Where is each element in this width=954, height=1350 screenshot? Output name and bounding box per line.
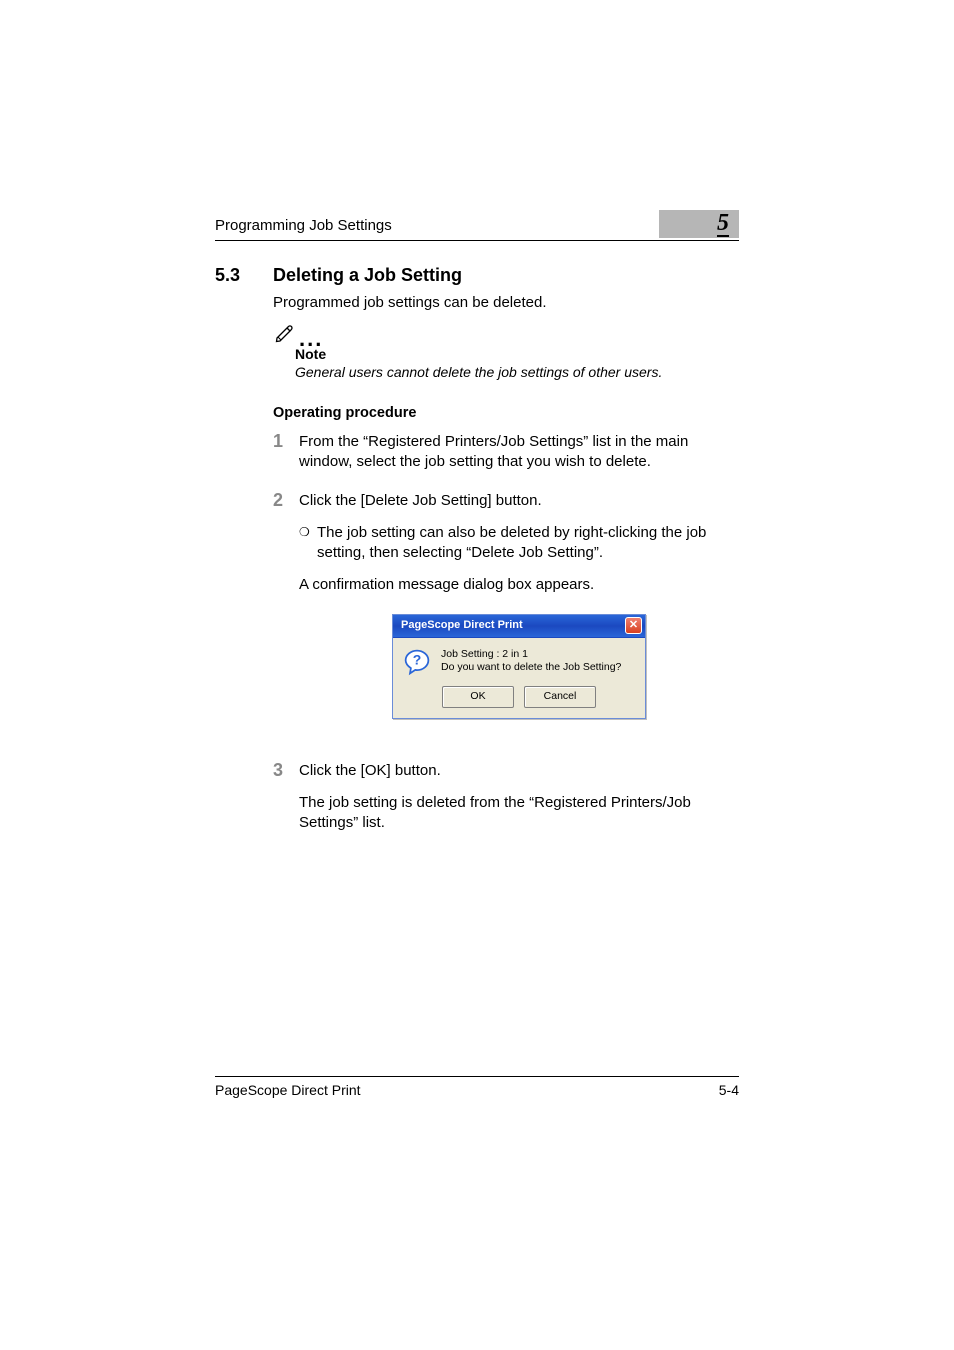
close-glyph: ✕ [629, 620, 638, 631]
page-header: Programming Job Settings 5 [215, 210, 739, 238]
header-section-title: Programming Job Settings [215, 217, 392, 238]
hollow-bullet-icon: ❍ [299, 523, 317, 564]
dialog-button-row: OK Cancel [393, 682, 645, 718]
close-icon[interactable]: ✕ [625, 617, 642, 634]
page-footer: PageScope Direct Print 5-4 [215, 1082, 739, 1098]
step-subitem: ❍ The job setting can also be deleted by… [299, 523, 739, 564]
steps-list: 1 From the “Registered Printers/Job Sett… [273, 432, 739, 851]
pencil-icon [273, 321, 297, 345]
step-result-text: A confirmation message dialog box appear… [299, 575, 739, 595]
dialog-titlebar: PageScope Direct Print ✕ [393, 615, 645, 638]
section-intro-text: Programmed job settings can be deleted. [273, 294, 739, 311]
step-subtext: The job setting can also be deleted by r… [317, 523, 739, 564]
section-number: 5.3 [215, 265, 273, 286]
question-icon: ? [403, 648, 431, 676]
step-body: From the “Registered Printers/Job Settin… [299, 432, 739, 473]
step-1: 1 From the “Registered Printers/Job Sett… [273, 432, 739, 473]
note-label: Note [295, 346, 739, 362]
chapter-number: 5 [717, 211, 729, 237]
operating-procedure-heading: Operating procedure [273, 405, 416, 421]
step-result-text: The job setting is deleted from the “Reg… [299, 793, 739, 834]
cancel-button[interactable]: Cancel [524, 686, 596, 708]
button-label: Cancel [544, 689, 577, 703]
svg-text:?: ? [413, 651, 422, 667]
footer-page-number: 5-4 [719, 1082, 739, 1098]
dialog-line2: Do you want to delete the Job Setting? [441, 661, 621, 675]
note-icon-row: ... [273, 320, 739, 346]
section-heading: 5.3 Deleting a Job Setting [215, 265, 739, 286]
step-text: Click the [OK] button. [299, 762, 441, 779]
note-block: ... Note General users cannot delete the… [273, 320, 739, 380]
step-body: Click the [Delete Job Setting] button. ❍… [299, 491, 739, 743]
footer-product: PageScope Direct Print [215, 1082, 361, 1098]
dialog-message: Job Setting : 2 in 1 Do you want to dele… [441, 648, 621, 675]
dialog-body: ? Job Setting : 2 in 1 Do you want to de… [393, 638, 645, 682]
dialog-line1: Job Setting : 2 in 1 [441, 648, 621, 662]
chapter-badge: 5 [659, 210, 739, 238]
ok-button[interactable]: OK [442, 686, 514, 708]
dialog-screenshot: PageScope Direct Print ✕ ? [299, 614, 739, 719]
header-rule [215, 240, 739, 241]
note-text: General users cannot delete the job sett… [295, 364, 739, 380]
step-text: From the “Registered Printers/Job Settin… [299, 433, 688, 470]
dialog-title: PageScope Direct Print [401, 618, 523, 633]
section-title: Deleting a Job Setting [273, 265, 462, 286]
confirm-dialog: PageScope Direct Print ✕ ? [392, 614, 646, 719]
page: Programming Job Settings 5 5.3 Deleting … [0, 0, 954, 1350]
footer-rule [215, 1076, 739, 1077]
step-number: 2 [273, 491, 299, 743]
step-number: 1 [273, 432, 299, 473]
step-text: Click the [Delete Job Setting] button. [299, 492, 542, 509]
note-dots: ... [299, 326, 323, 352]
step-number: 3 [273, 761, 299, 834]
button-label: OK [470, 689, 485, 703]
step-3: 3 Click the [OK] button. The job setting… [273, 761, 739, 834]
step-2: 2 Click the [Delete Job Setting] button.… [273, 491, 739, 743]
step-body: Click the [OK] button. The job setting i… [299, 761, 739, 834]
